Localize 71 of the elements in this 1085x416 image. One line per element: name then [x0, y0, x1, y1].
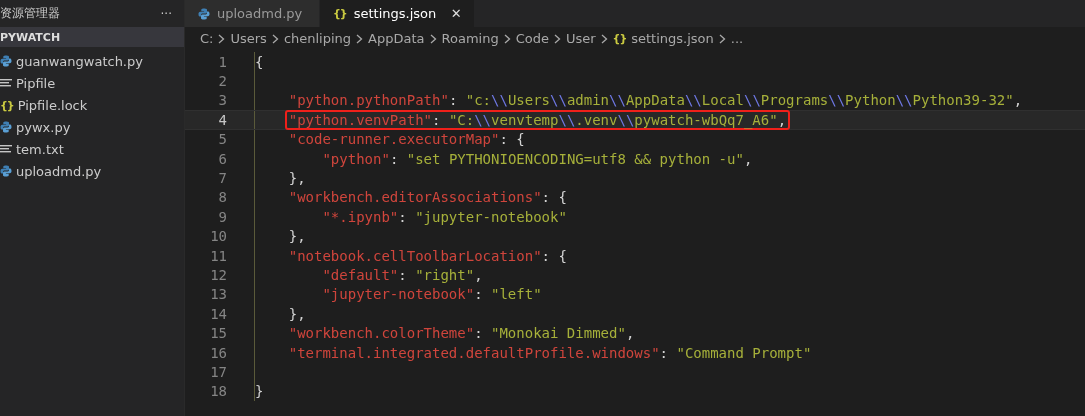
code-line: "*.ipynb": "jupyter-notebook": [321, 207, 568, 227]
braces-icon: {}: [0, 98, 14, 112]
line-number: 1: [217, 53, 227, 70]
code-line: },: [287, 227, 307, 247]
python-file-icon: [198, 7, 210, 20]
section-header[interactable]: PYWATCH: [0, 27, 184, 47]
file-item[interactable]: Pipfile: [16, 75, 56, 91]
more-actions-button[interactable]: ···: [160, 6, 172, 21]
chevron-icon: [503, 33, 511, 44]
code-line: "python": "set PYTHONIOENCODING=utf8 && python -u",: [321, 149, 754, 169]
chevron-icon: [356, 33, 364, 44]
breadcrumb-item[interactable]: AppData: [368, 31, 425, 46]
line-number: 14: [209, 305, 227, 322]
code-line: "workbench.editorAssociations": {: [287, 188, 568, 208]
chevron-icon: [429, 33, 437, 44]
code-line: {: [254, 52, 265, 72]
file-item[interactable]: Pipfile.lock: [17, 97, 88, 113]
python-file-icon: [0, 165, 12, 177]
chevron-icon: [271, 33, 279, 44]
code-line: "default": "right",: [321, 266, 484, 285]
line-number: 12: [209, 267, 227, 283]
code-line: }: [254, 382, 265, 402]
text-file-icon: [0, 77, 12, 89]
breadcrumb-item[interactable]: User: [565, 31, 596, 46]
breadcrumb-item[interactable]: Code: [515, 31, 549, 46]
editor-tab[interactable]: {} settings.json ✕: [320, 0, 474, 27]
line-number: 8: [217, 189, 227, 206]
code-line: "terminal.integrated.defaultProfile.windows": "Command Prompt": [287, 343, 813, 363]
code-line: "notebook.cellToolbarLocation": {: [287, 246, 568, 266]
code-line: "python.pythonPath": "c:\\Users\\admin\\AppData\\Local\\Programs\\Python\\Python39-32",: [287, 91, 1024, 111]
line-number: 9: [217, 208, 227, 225]
code-line: "jupyter-notebook": "left": [321, 285, 543, 305]
line-number: 10: [209, 228, 227, 245]
line-number: 15: [209, 325, 227, 342]
code-line: "code-runner.executorMap": {: [287, 130, 526, 150]
breadcrumb-item[interactable]: Users: [230, 31, 267, 46]
line-number: 16: [209, 344, 227, 361]
chevron-icon: [600, 33, 608, 44]
breadcrumb-item[interactable]: ...: [730, 31, 744, 46]
line-number: 3: [217, 92, 227, 109]
line-number: 7: [217, 170, 227, 187]
chevron-icon: [718, 33, 726, 44]
line-number: 17: [209, 363, 227, 380]
line-number: 4: [217, 111, 227, 128]
braces-icon: {}: [612, 32, 627, 45]
python-file-icon: [0, 121, 12, 133]
line-number: 6: [217, 150, 227, 167]
text-file-icon: [0, 143, 12, 155]
code-line: },: [287, 169, 307, 189]
chevron-icon: [553, 33, 561, 44]
close-icon[interactable]: ✕: [450, 6, 462, 21]
line-number: 5: [217, 131, 227, 148]
sidebar-title: 资源管理器: [0, 5, 60, 22]
line-number: 18: [209, 383, 227, 400]
breadcrumb-item[interactable]: C:: [200, 31, 214, 46]
chevron-icon: [218, 33, 226, 44]
editor-tab[interactable]: uploadmd.py: [185, 0, 319, 27]
file-item[interactable]: tem.txt: [16, 141, 64, 157]
breadcrumb-item[interactable]: Roaming: [441, 31, 499, 46]
python-file-icon: [0, 55, 12, 67]
code-line: },: [287, 304, 307, 324]
line-number: 2: [217, 73, 227, 90]
braces-icon: {}: [333, 7, 347, 20]
line-number: 13: [209, 286, 227, 303]
code-line: "workbench.colorTheme": "Monokai Dimmed",: [287, 324, 636, 344]
file-item[interactable]: pywx.py: [16, 119, 71, 135]
breadcrumb-item[interactable]: chenliping: [283, 31, 352, 46]
file-item[interactable]: uploadmd.py: [16, 163, 102, 179]
breadcrumb-item[interactable]: settings.json: [631, 31, 714, 46]
file-item[interactable]: guanwangwatch.py: [16, 53, 143, 69]
line-number: 11: [209, 247, 227, 264]
